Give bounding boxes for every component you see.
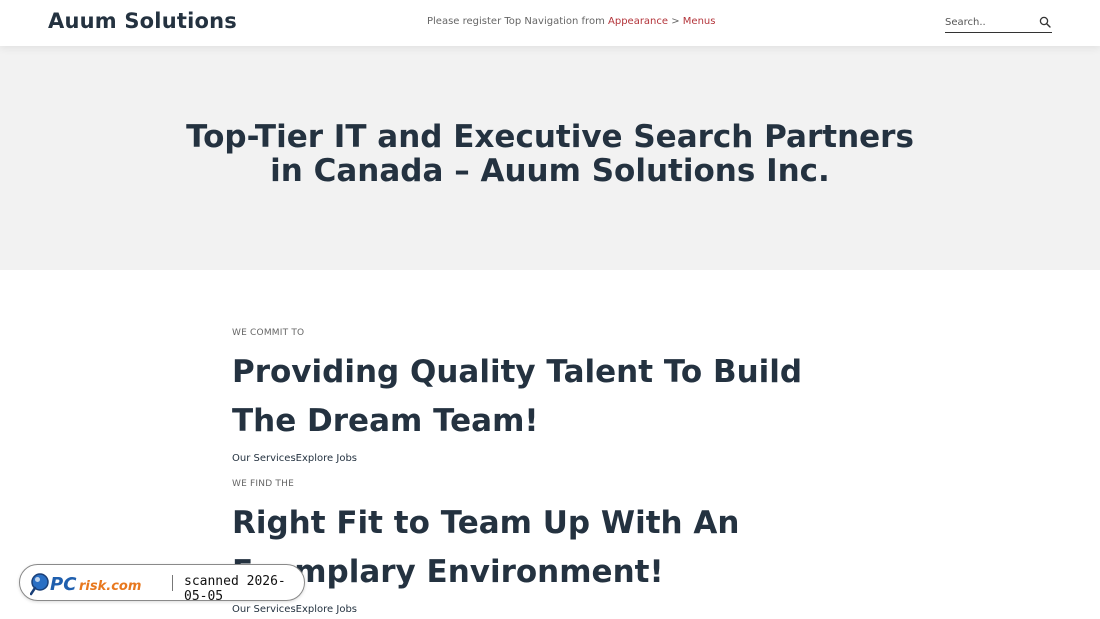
site-logo[interactable]: Auum Solutions: [48, 9, 237, 33]
page-title-line-1: Top-Tier IT and Executive Search Partner…: [186, 119, 914, 155]
hero-banner: Top-Tier IT and Executive Search Partner…: [0, 46, 1100, 270]
section-links: Our ServicesExplore Jobs: [232, 453, 872, 464]
our-services-link[interactable]: Our Services: [232, 453, 296, 464]
search-form: [945, 14, 1052, 33]
menus-link[interactable]: Menus: [683, 16, 716, 27]
scan-watermark-badge: PC risk.com scanned 2026-05-05: [19, 564, 305, 604]
search-button[interactable]: [1038, 16, 1052, 30]
nav-notice: Please register Top Navigation from Appe…: [427, 16, 715, 27]
page-title: Top-Tier IT and Executive Search Partner…: [150, 120, 950, 188]
pcrisk-logo-icon: PC risk.com: [30, 573, 141, 596]
scan-date-text: scanned 2026-05-05: [184, 574, 286, 604]
explore-jobs-link[interactable]: Explore Jobs: [296, 453, 357, 464]
section-eyebrow: WE COMMIT TO: [232, 328, 305, 338]
appearance-link[interactable]: Appearance: [608, 16, 668, 27]
our-services-link[interactable]: Our Services: [232, 604, 296, 615]
section-eyebrow: WE FIND THE: [232, 479, 294, 489]
nav-notice-text: Please register Top Navigation from: [427, 16, 608, 27]
page-title-line-2: in Canada – Auum Solutions Inc.: [270, 153, 830, 189]
site-header: Auum Solutions Please register Top Navig…: [0, 0, 1100, 46]
search-icon: [1039, 16, 1051, 28]
section-links: Our ServicesExplore Jobs: [232, 604, 872, 615]
nav-separator: >: [668, 16, 683, 27]
search-input[interactable]: [945, 14, 1035, 31]
badge-divider: [172, 575, 173, 591]
svg-text:PC: PC: [50, 574, 77, 595]
section-heading: Providing Quality Talent To Build The Dr…: [232, 354, 803, 439]
section-heading: Right Fit to Team Up With An Exemplary E…: [232, 505, 740, 590]
explore-jobs-link[interactable]: Explore Jobs: [296, 604, 357, 615]
commit-section: WE COMMIT TO Providing Quality Talent To…: [232, 328, 872, 464]
find-section: WE FIND THE Right Fit to Team Up With An…: [232, 479, 872, 615]
svg-text:risk.com: risk.com: [79, 579, 141, 594]
